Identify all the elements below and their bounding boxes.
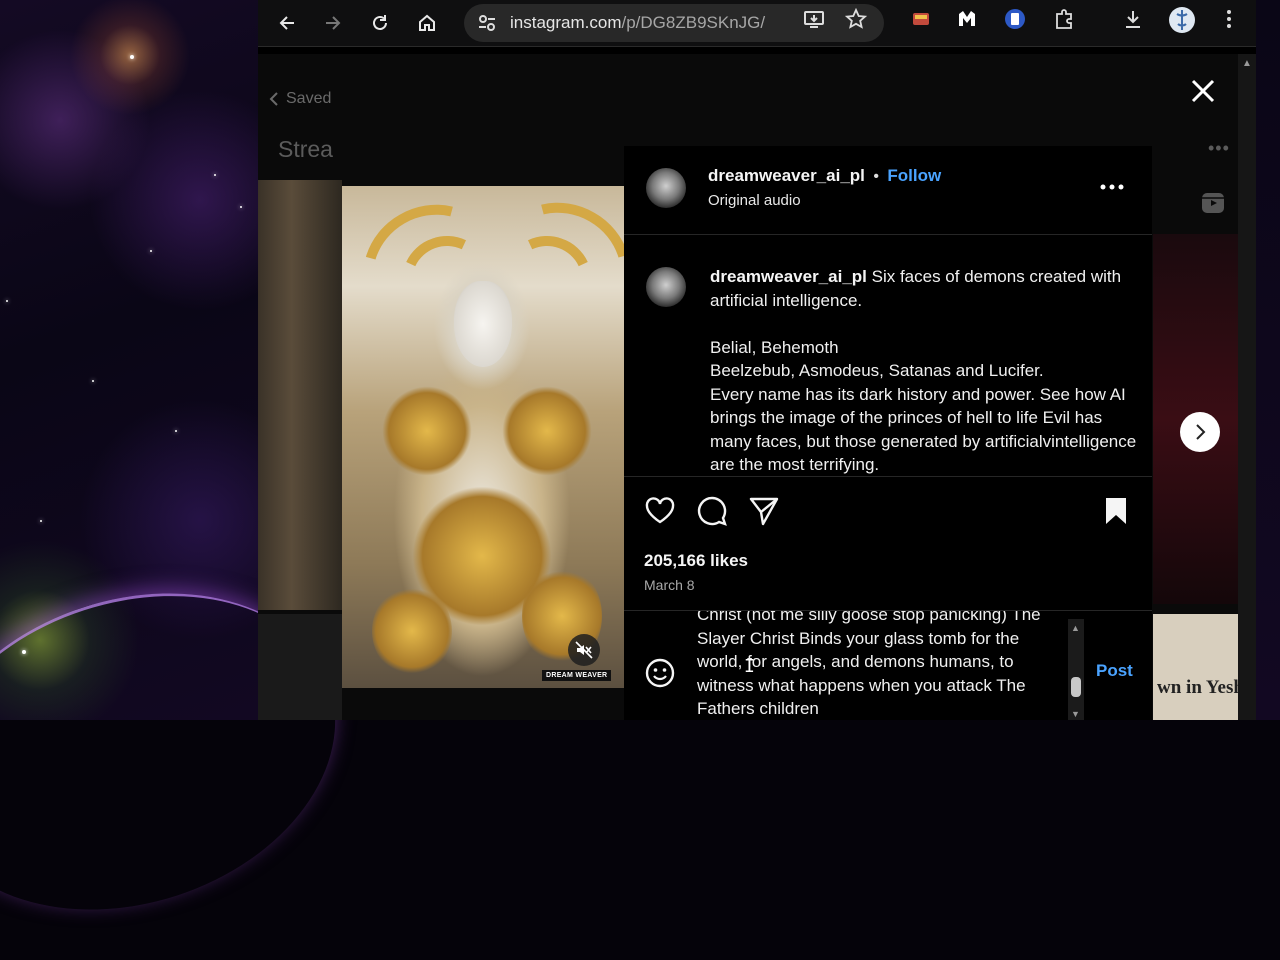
more-options-icon[interactable] <box>1098 182 1126 192</box>
caption-text: dreamweaver_ai_pl Six faces of demons cr… <box>710 265 1140 475</box>
post-side-panel: dreamweaver_ai_pl • Follow Original audi… <box>624 146 1152 720</box>
collection-more-icon[interactable]: ••• <box>1208 138 1230 159</box>
browser-menu-icon[interactable] <box>1218 8 1240 30</box>
bookmark-star-icon[interactable] <box>845 8 867 30</box>
caption-line: Beelzebub, Asmodeus, Satanas and Lucifer… <box>710 361 1044 380</box>
arrow-right-icon <box>326 16 341 30</box>
dot-separator: • <box>873 168 879 185</box>
reload-icon <box>373 15 387 30</box>
mute-toggle-button[interactable] <box>568 634 600 666</box>
speaker-muted-icon <box>575 641 593 659</box>
scroll-up-icon[interactable]: ▲ <box>1071 623 1080 633</box>
back-button[interactable] <box>272 8 302 38</box>
install-app-icon[interactable] <box>803 8 825 30</box>
background-post-thumbnail[interactable] <box>258 180 342 610</box>
arrow-left-icon <box>279 16 294 30</box>
desktop-background-right <box>1256 0 1280 720</box>
author-avatar[interactable] <box>646 168 686 208</box>
reel-icon <box>1202 193 1224 213</box>
caption-line: Every name has its dark history and powe… <box>710 384 1137 475</box>
scroll-up-icon[interactable]: ▲ <box>1242 58 1252 69</box>
comment-bubble-icon[interactable] <box>696 495 728 527</box>
caption-author-avatar[interactable] <box>646 267 686 307</box>
browser-window: instagram.com/p/DG8ZB9SKnJG/ Saved Strea… <box>258 0 1256 720</box>
url-text: instagram.com/p/DG8ZB9SKnJG/ <box>510 13 766 32</box>
collection-title: Strea <box>278 136 333 162</box>
extension-tabs-icon[interactable] <box>910 8 932 30</box>
downloads-icon[interactable] <box>1122 8 1144 30</box>
instagram-page: Saved Strea ••• wn in Yeshug DREAM WEAVE… <box>258 54 1238 720</box>
chevron-left-icon <box>269 92 278 106</box>
docs-extension-icon[interactable] <box>1004 8 1026 30</box>
comment-scroll-thumb[interactable] <box>1071 677 1081 697</box>
back-to-saved-link[interactable]: Saved <box>268 90 331 108</box>
profile-avatar-icon[interactable] <box>1168 6 1196 34</box>
save-bookmark-icon[interactable] <box>1100 495 1132 527</box>
author-line: dreamweaver_ai_pl • Follow <box>708 166 941 186</box>
comment-scrollbar[interactable] <box>1068 619 1084 720</box>
desktop-background <box>0 0 377 960</box>
post-date: March 8 <box>644 577 695 593</box>
close-icon[interactable] <box>1188 76 1218 106</box>
post-header: dreamweaver_ai_pl • Follow Original audi… <box>624 146 1152 235</box>
caption-username[interactable]: dreamweaver_ai_pl <box>710 267 867 286</box>
home-icon <box>419 14 435 31</box>
page-scrollbar[interactable]: ▲ <box>1238 54 1256 720</box>
home-button[interactable] <box>412 8 442 38</box>
reload-button[interactable] <box>365 8 395 38</box>
emoji-icon[interactable] <box>644 657 676 689</box>
browser-toolbar: instagram.com/p/DG8ZB9SKnJG/ <box>258 0 1256 47</box>
author-username[interactable]: dreamweaver_ai_pl <box>708 166 865 185</box>
chevron-right-icon <box>1196 424 1206 440</box>
post-comment-button[interactable]: Post <box>1096 661 1133 681</box>
caption-line: Belial, Behemoth <box>710 337 839 357</box>
background-post-thumbnail-text[interactable]: wn in Yeshug <box>1153 614 1238 720</box>
back-label: Saved <box>286 90 332 107</box>
likes-count[interactable]: 205,166 likes <box>644 551 748 571</box>
like-heart-icon[interactable] <box>644 495 676 527</box>
follow-button[interactable]: Follow <box>887 166 941 185</box>
share-send-icon[interactable] <box>748 495 780 527</box>
next-post-button[interactable] <box>1180 412 1220 452</box>
scroll-down-icon[interactable]: ▼ <box>1071 709 1080 719</box>
audio-link[interactable]: Original audio <box>708 192 801 209</box>
media-watermark: DREAM WEAVER <box>542 670 612 681</box>
comment-composer: Christ (not me silly goose stop panickin… <box>624 610 1152 720</box>
site-info-icon[interactable] <box>476 12 498 34</box>
text-cursor-icon: I <box>744 656 755 677</box>
background-post-thumbnail[interactable] <box>258 614 342 720</box>
malwarebytes-icon[interactable] <box>956 8 978 30</box>
forward-button[interactable] <box>318 8 348 38</box>
post-caption-area: dreamweaver_ai_pl Six faces of demons cr… <box>624 235 1152 475</box>
extensions-puzzle-icon[interactable] <box>1053 8 1075 30</box>
post-media[interactable]: DREAM WEAVER <box>342 186 624 688</box>
